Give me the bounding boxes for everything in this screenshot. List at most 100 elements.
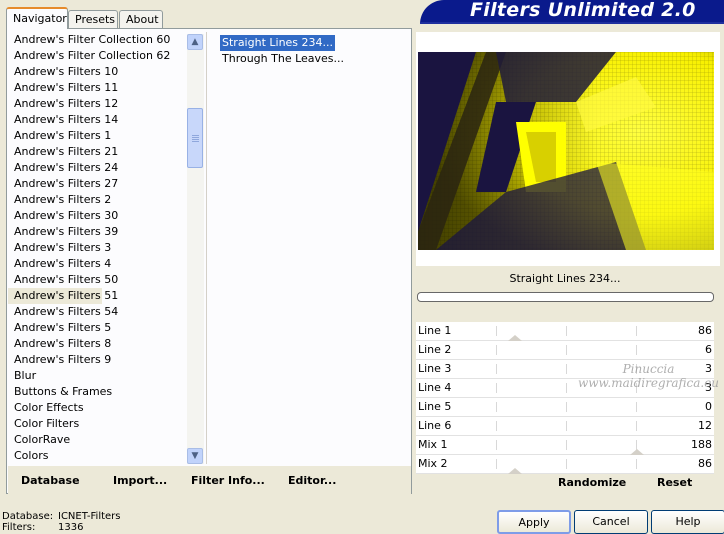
- cancel-button[interactable]: Cancel: [574, 510, 648, 534]
- slider-tick: [496, 459, 497, 469]
- category-item[interactable]: Colors: [8, 448, 186, 464]
- category-item[interactable]: Andrew's Filters 5: [8, 320, 186, 336]
- category-item[interactable]: Andrew's Filter Collection 62: [8, 48, 186, 64]
- banner-title: Filters Unlimited 2.0: [470, 0, 696, 21]
- category-item[interactable]: Andrew's Filters 14: [8, 112, 186, 128]
- filter-item[interactable]: Straight Lines 234...: [220, 35, 336, 51]
- category-item[interactable]: Color Filters: [8, 416, 186, 432]
- watermark-line1: Pinuccia: [622, 362, 675, 376]
- slider-row[interactable]: Line 1 86: [416, 322, 714, 341]
- slider-label: Line 2: [418, 343, 452, 356]
- preview-area: [416, 32, 720, 266]
- navigator-button-bar: Database Import... Filter Info... Editor…: [8, 466, 411, 494]
- slider-row[interactable]: Line 2 6: [416, 341, 714, 360]
- category-item[interactable]: Andrew's Filters 54: [8, 304, 186, 320]
- slider-tick: [496, 402, 497, 412]
- progress-bar: [417, 292, 714, 302]
- category-item[interactable]: Andrew's Filters 8: [8, 336, 186, 352]
- status-filters-label: Filters:: [2, 522, 36, 533]
- status-database-value: ICNET-Filters: [58, 511, 121, 522]
- slider-tick: [636, 459, 637, 469]
- slider-tick: [566, 440, 567, 450]
- slider-thumb[interactable]: [508, 468, 522, 474]
- category-item[interactable]: Andrew's Filters 1: [8, 128, 186, 144]
- tab-presets[interactable]: Presets: [68, 10, 118, 28]
- slider-tick: [566, 364, 567, 374]
- slider-value: 12: [698, 419, 712, 432]
- category-item[interactable]: Andrew's Filter Collection 60: [8, 32, 186, 48]
- slider-row[interactable]: Line 5 0: [416, 398, 714, 417]
- category-item[interactable]: Color Effects: [8, 400, 186, 416]
- slider-tick: [566, 345, 567, 355]
- filter-item[interactable]: Through The Leaves...: [220, 51, 346, 67]
- category-list[interactable]: Andrew's Filter Collection 60 Andrew's Fi…: [8, 32, 186, 466]
- slider-tick: [496, 440, 497, 450]
- category-item[interactable]: Andrew's Filters 50: [8, 272, 186, 288]
- slider-tick: [636, 402, 637, 412]
- scroll-thumb[interactable]: [187, 108, 203, 168]
- filter-list[interactable]: Straight Lines 234... Through The Leaves.…: [220, 35, 400, 67]
- slider-tick: [496, 364, 497, 374]
- slider-tick: [566, 383, 567, 393]
- import-button[interactable]: Import...: [113, 474, 167, 487]
- reset-button[interactable]: Reset: [657, 476, 692, 489]
- editor-button[interactable]: Editor...: [288, 474, 336, 487]
- watermark: Pinuccia www.maidiregrafica.eu: [578, 362, 719, 390]
- slider-tick: [636, 326, 637, 336]
- category-item[interactable]: Blur: [8, 368, 186, 384]
- database-button[interactable]: Database: [21, 474, 80, 487]
- slider-row[interactable]: Mix 2 86: [416, 455, 714, 474]
- slider-label: Line 3: [418, 362, 452, 375]
- slider-value: 86: [698, 457, 712, 470]
- slider-tick: [566, 326, 567, 336]
- category-item[interactable]: Andrew's Filters 30: [8, 208, 186, 224]
- scroll-down-button[interactable]: ▼: [187, 448, 203, 464]
- category-item[interactable]: Andrew's Filters 2: [8, 192, 186, 208]
- category-item[interactable]: Andrew's Filters 11: [8, 80, 186, 96]
- slider-value: 188: [691, 438, 712, 451]
- slider-tick: [566, 421, 567, 431]
- category-item[interactable]: Andrew's Filters 27: [8, 176, 186, 192]
- help-button[interactable]: Help: [651, 510, 724, 534]
- status-database-label: Database:: [2, 511, 54, 522]
- category-item[interactable]: Buttons & Frames: [8, 384, 186, 400]
- slider-label: Mix 2: [418, 457, 448, 470]
- slider-label: Line 6: [418, 419, 452, 432]
- category-item[interactable]: Andrew's Filters 10: [8, 64, 186, 80]
- status-database: Database: ICNET-Filters: [2, 511, 121, 522]
- slider-tick: [496, 345, 497, 355]
- filter-info-button[interactable]: Filter Info...: [191, 474, 265, 487]
- slider-tick: [566, 402, 567, 412]
- parameter-sliders: Line 1 86 Line 2 6 Line 3 3 Line 4 3 Line 5 0 Line…: [416, 322, 714, 474]
- category-item[interactable]: Andrew's Filters 12: [8, 96, 186, 112]
- slider-tick: [566, 459, 567, 469]
- slider-label: Line 4: [418, 381, 452, 394]
- slider-tick: [496, 421, 497, 431]
- slider-tick: [496, 383, 497, 393]
- category-item[interactable]: ColorRave: [8, 432, 186, 448]
- slider-row[interactable]: Mix 1 188: [416, 436, 714, 455]
- tab-navigator[interactable]: Navigator: [6, 7, 68, 29]
- tab-about[interactable]: About: [119, 10, 163, 28]
- category-item[interactable]: Andrew's Filters 51: [8, 288, 118, 304]
- filter-preview-image: [418, 52, 714, 250]
- slider-tick: [636, 421, 637, 431]
- slider-label: Line 5: [418, 400, 452, 413]
- slider-thumb[interactable]: [630, 449, 644, 455]
- category-item[interactable]: Andrew's Filters 4: [8, 256, 186, 272]
- slider-thumb[interactable]: [508, 335, 522, 341]
- category-item[interactable]: Andrew's Filters 39: [8, 224, 186, 240]
- category-item[interactable]: Andrew's Filters 21: [8, 144, 186, 160]
- apply-button[interactable]: Apply: [497, 510, 571, 534]
- category-scrollbar[interactable]: ▲ ▼: [187, 34, 204, 464]
- category-item[interactable]: Andrew's Filters 24: [8, 160, 186, 176]
- slider-tick: [636, 345, 637, 355]
- status-filters: Filters: 1336: [2, 522, 83, 533]
- category-item[interactable]: Andrew's Filters 9: [8, 352, 186, 368]
- slider-value: 6: [705, 343, 712, 356]
- scroll-up-button[interactable]: ▲: [187, 34, 203, 50]
- list-divider: [206, 32, 207, 464]
- category-item[interactable]: Andrew's Filters 3: [8, 240, 186, 256]
- randomize-button[interactable]: Randomize: [558, 476, 626, 489]
- slider-row[interactable]: Line 6 12: [416, 417, 714, 436]
